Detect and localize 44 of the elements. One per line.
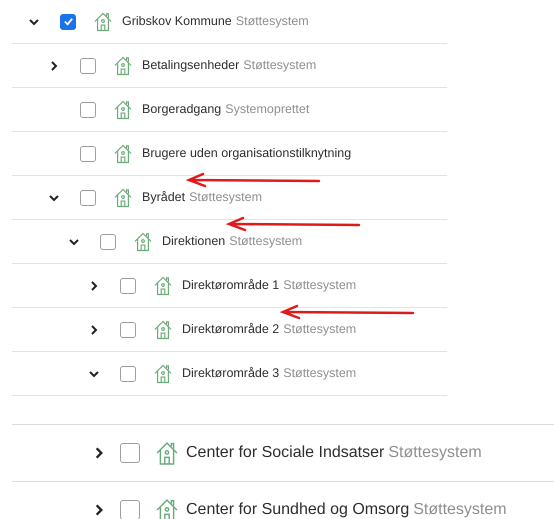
- unit-tag: Støttesystem: [229, 234, 302, 248]
- checkbox[interactable]: [120, 443, 140, 463]
- unit-name: Direktørområde 2: [182, 321, 280, 338]
- checkmark-icon: [62, 16, 74, 27]
- unit-name: Betalingsenheder: [142, 57, 240, 74]
- unit-tag: Støttesystem: [189, 190, 262, 204]
- unit-tag: Systemoprettet: [225, 102, 310, 116]
- unit-name: Brugere uden organisationstilknytning: [142, 145, 352, 162]
- unit-tag: Støttesystem: [413, 501, 507, 518]
- house-icon: [156, 497, 178, 519]
- house-icon: [114, 55, 132, 76]
- checkbox[interactable]: [60, 14, 76, 30]
- house-icon: [94, 11, 112, 32]
- house-icon: [154, 363, 172, 384]
- house-icon: [134, 231, 152, 252]
- checkbox[interactable]: [80, 58, 96, 74]
- unit-name: Direktørområde 1: [182, 277, 280, 294]
- unit-name: Direktørområde 3: [182, 365, 280, 382]
- unit-name: Center for Sundhed og Omsorg: [186, 500, 410, 519]
- checkbox[interactable]: [120, 366, 136, 382]
- checkbox[interactable]: [120, 500, 140, 519]
- unit-tag: Støttesystem: [283, 322, 356, 336]
- house-icon: [154, 319, 172, 340]
- checkbox[interactable]: [100, 234, 116, 250]
- unit-name: Direktionen: [162, 233, 226, 250]
- unit-tag: Støttesystem: [283, 366, 356, 380]
- house-icon: [114, 143, 132, 164]
- checkbox[interactable]: [80, 190, 96, 206]
- unit-name: Gribskov Kommune: [122, 13, 232, 30]
- checkbox[interactable]: [120, 278, 136, 294]
- checkbox[interactable]: [80, 102, 96, 118]
- unit-name: Center for Sociale Indsatser: [186, 443, 384, 463]
- unit-tag: Støttesystem: [243, 58, 316, 72]
- checkbox[interactable]: [80, 146, 96, 162]
- house-icon: [114, 187, 132, 208]
- checkbox[interactable]: [120, 322, 136, 338]
- house-icon: [114, 99, 132, 120]
- unit-name: Byrådet: [142, 189, 186, 206]
- unit-tag: Støttesystem: [236, 14, 309, 28]
- unit-name: Borgeradgang: [142, 101, 222, 118]
- house-icon: [156, 440, 178, 466]
- unit-tag: Støttesystem: [388, 444, 482, 461]
- unit-tag: Støttesystem: [283, 278, 356, 292]
- house-icon: [154, 275, 172, 296]
